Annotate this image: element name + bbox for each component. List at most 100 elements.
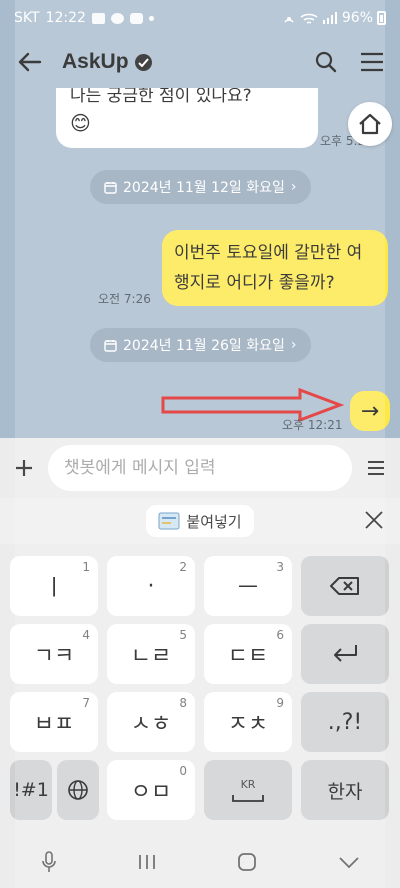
home-nav-button[interactable] bbox=[237, 852, 257, 876]
input-menu-button[interactable] bbox=[360, 452, 392, 484]
language-key[interactable] bbox=[57, 760, 99, 820]
key-b-p[interactable]: ㅂㅍ 7 bbox=[10, 692, 98, 752]
space-key[interactable]: KR bbox=[204, 760, 292, 820]
chat-notification-icon bbox=[110, 12, 124, 24]
attach-button[interactable] bbox=[8, 452, 40, 484]
home-icon bbox=[359, 113, 381, 135]
paste-button[interactable]: 붙여넣기 bbox=[146, 505, 254, 537]
search-icon bbox=[315, 51, 337, 73]
recent-apps-icon bbox=[138, 855, 155, 869]
key-j-ch-label: ㅈㅊ bbox=[227, 712, 269, 737]
paste-label: 붙여넣기 bbox=[186, 512, 242, 531]
key-d-t-hint: 6 bbox=[276, 628, 284, 642]
close-clipboard-button[interactable] bbox=[360, 506, 388, 534]
key-g-k[interactable]: ㄱㅋ 4 bbox=[10, 624, 98, 684]
arrow-message-bubble[interactable]: → bbox=[350, 391, 390, 431]
more-notifications-icon bbox=[148, 15, 154, 21]
punctuation-key[interactable]: .,?! bbox=[301, 692, 389, 752]
date-divider-2-label: 2024년 11월 26일 화요일 bbox=[123, 338, 285, 354]
key-dot-label: · bbox=[147, 573, 155, 599]
key-eu[interactable]: ㅡ 3 bbox=[204, 556, 292, 616]
back-nav-button[interactable] bbox=[338, 855, 360, 874]
key-s-h-hint: 8 bbox=[179, 696, 187, 710]
key-i[interactable]: ㅣ 1 bbox=[10, 556, 98, 616]
plus-icon bbox=[16, 460, 32, 476]
clipboard-icon bbox=[158, 512, 180, 530]
key-s-h[interactable]: ㅅㅎ 8 bbox=[107, 692, 195, 752]
user-message-time: 오전 7:26 bbox=[98, 292, 151, 306]
bot-message-emoji: 😊 bbox=[70, 111, 91, 135]
carrier-label: SKT bbox=[14, 10, 40, 26]
message-input[interactable] bbox=[48, 445, 352, 491]
key-n-r-label: ㄴㄹ bbox=[130, 644, 172, 669]
status-bar: SKT 12:22 96% bbox=[0, 0, 400, 36]
home-button[interactable] bbox=[348, 102, 392, 146]
key-g-k-hint: 4 bbox=[82, 628, 90, 642]
hanja-key-label: 한자 bbox=[327, 780, 363, 803]
chat-title: AskUp bbox=[62, 50, 129, 73]
bot-message-bubble[interactable]: 나는 궁금한 점이 있나요? 😊 bbox=[56, 88, 318, 148]
key-j-ch[interactable]: ㅈㅊ 9 bbox=[204, 692, 292, 752]
date-divider-2[interactable]: 2024년 11월 26일 화요일 › bbox=[90, 328, 311, 362]
hotspot-icon bbox=[284, 17, 294, 23]
key-o-m[interactable]: ㅇㅁ 0 bbox=[107, 760, 195, 820]
back-arrow-icon bbox=[18, 52, 42, 72]
menu-lines-icon bbox=[368, 461, 384, 475]
date-divider-1[interactable]: 2024년 11월 12일 화요일 › bbox=[90, 170, 311, 204]
close-icon bbox=[365, 511, 383, 529]
key-j-ch-hint: 9 bbox=[276, 696, 284, 710]
backspace-key[interactable] bbox=[301, 556, 389, 616]
battery-icon bbox=[377, 11, 386, 25]
date-divider-1-label: 2024년 11월 12일 화요일 bbox=[123, 180, 285, 196]
chat-header: AskUp bbox=[0, 36, 400, 88]
microphone-icon bbox=[41, 851, 56, 872]
hanja-key[interactable]: 한자 bbox=[301, 760, 389, 820]
space-icon bbox=[232, 794, 264, 802]
calendar-icon bbox=[104, 181, 117, 194]
user-message-bubble[interactable]: 이번주 토요일에 갈만한 여행지로 어디가 좋을까? bbox=[162, 230, 388, 306]
key-b-p-label: ㅂㅍ bbox=[33, 712, 75, 737]
status-left: SKT 12:22 bbox=[14, 10, 154, 26]
hamburger-menu-icon bbox=[361, 52, 383, 72]
chat-area[interactable]: 나는 궁금한 점이 있나요? 😊 오후 5:27 2024년 11월 12일 화… bbox=[0, 88, 400, 436]
voice-input-button[interactable] bbox=[41, 851, 57, 877]
key-o-m-label: ㅇㅁ bbox=[130, 780, 172, 805]
punctuation-key-label: .,?! bbox=[327, 709, 363, 735]
battery-percent: 96% bbox=[341, 10, 373, 26]
korean-keyboard: ㅣ 1 · 2 ㅡ 3 ㄱㅋ 4 ㄴㄹ 5 ㄷㅌ 6 ㅂㅍ 7 ㅅㅎ 8 ㅈㅊ … bbox=[0, 544, 400, 840]
calendar-icon bbox=[104, 339, 117, 352]
symbols-key[interactable]: !#1 bbox=[10, 760, 52, 820]
system-nav-bar bbox=[0, 840, 400, 888]
key-i-hint: 1 bbox=[82, 560, 90, 574]
enter-key[interactable] bbox=[301, 624, 389, 684]
key-n-r-hint: 5 bbox=[179, 628, 187, 642]
key-s-h-label: ㅅㅎ bbox=[130, 712, 172, 737]
menu-button[interactable] bbox=[356, 46, 388, 78]
globe-icon bbox=[68, 780, 88, 800]
key-o-m-hint: 0 bbox=[179, 764, 187, 778]
clock: 12:22 bbox=[45, 10, 86, 26]
space-key-lang: KR bbox=[240, 777, 256, 791]
chevron-right-icon: › bbox=[290, 179, 297, 195]
app-notification-icon bbox=[129, 12, 143, 24]
key-d-t[interactable]: ㄷㅌ 6 bbox=[204, 624, 292, 684]
key-d-t-label: ㄷㅌ bbox=[227, 644, 269, 669]
key-dot[interactable]: · 2 bbox=[107, 556, 195, 616]
clipboard-bar: 붙여넣기 bbox=[0, 498, 400, 544]
status-right: 96% bbox=[282, 10, 386, 26]
signal-icon bbox=[322, 12, 337, 24]
search-button[interactable] bbox=[310, 46, 342, 78]
key-n-r[interactable]: ㄴㄹ 5 bbox=[107, 624, 195, 684]
chevron-down-icon bbox=[338, 856, 359, 868]
key-eu-hint: 3 bbox=[276, 560, 284, 574]
arrow-message-text: → bbox=[360, 398, 380, 424]
arrow-message-time: 오후 12:21 bbox=[282, 418, 343, 432]
key-dot-hint: 2 bbox=[179, 560, 187, 574]
user-message-text: 이번주 토요일에 갈만한 여행지로 어디가 좋을까? bbox=[174, 243, 363, 293]
back-button[interactable] bbox=[12, 44, 48, 80]
message-input-bar bbox=[0, 438, 400, 498]
bot-message-text: 나는 궁금한 점이 있나요? bbox=[70, 88, 252, 106]
symbols-key-label: !#1 bbox=[13, 779, 49, 801]
key-i-label: ㅣ bbox=[43, 576, 65, 601]
recent-apps-button[interactable] bbox=[138, 854, 156, 874]
